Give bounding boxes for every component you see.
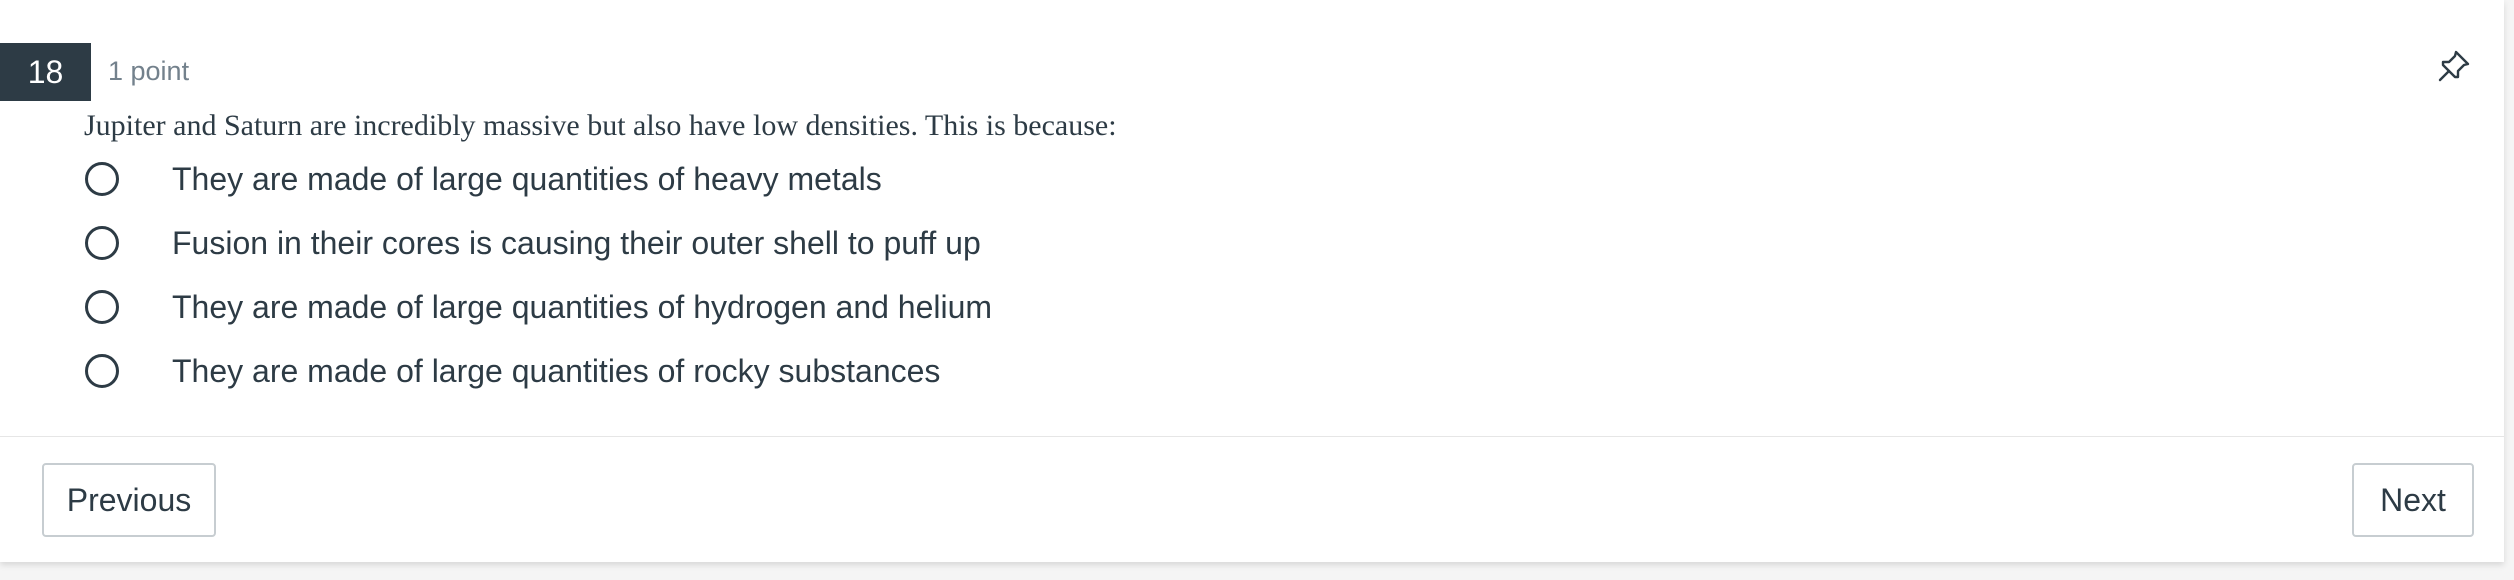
radio-button[interactable] (85, 226, 119, 260)
radio-button[interactable] (85, 354, 119, 388)
answer-option[interactable]: They are made of large quantities of hea… (84, 150, 1284, 214)
answer-list: They are made of large quantities of hea… (84, 150, 1284, 406)
question-points: 1 point (108, 56, 190, 86)
answer-label: They are made of large quantities of hea… (172, 161, 882, 197)
answer-option[interactable]: They are made of large quantities of hyd… (84, 278, 1284, 342)
answer-option[interactable]: Fusion in their cores is causing their o… (84, 214, 1284, 278)
pin-icon[interactable] (2436, 48, 2472, 84)
answer-option[interactable]: They are made of large quantities of roc… (84, 342, 1284, 406)
radio-button[interactable] (85, 162, 119, 196)
navigation-footer: Previous Next (0, 436, 2504, 563)
answer-label: They are made of large quantities of hyd… (172, 289, 993, 325)
question-number-badge: 18 (0, 43, 91, 101)
answer-label: Fusion in their cores is causing their o… (172, 225, 981, 261)
question-text: Jupiter and Saturn are incredibly massiv… (84, 109, 1117, 142)
previous-button[interactable]: Previous (42, 463, 216, 537)
question-card: 18 1 point Jupiter and Saturn are incred… (0, 0, 2504, 562)
next-button[interactable]: Next (2352, 463, 2474, 537)
answer-label: They are made of large quantities of roc… (172, 353, 941, 389)
radio-button[interactable] (85, 290, 119, 324)
